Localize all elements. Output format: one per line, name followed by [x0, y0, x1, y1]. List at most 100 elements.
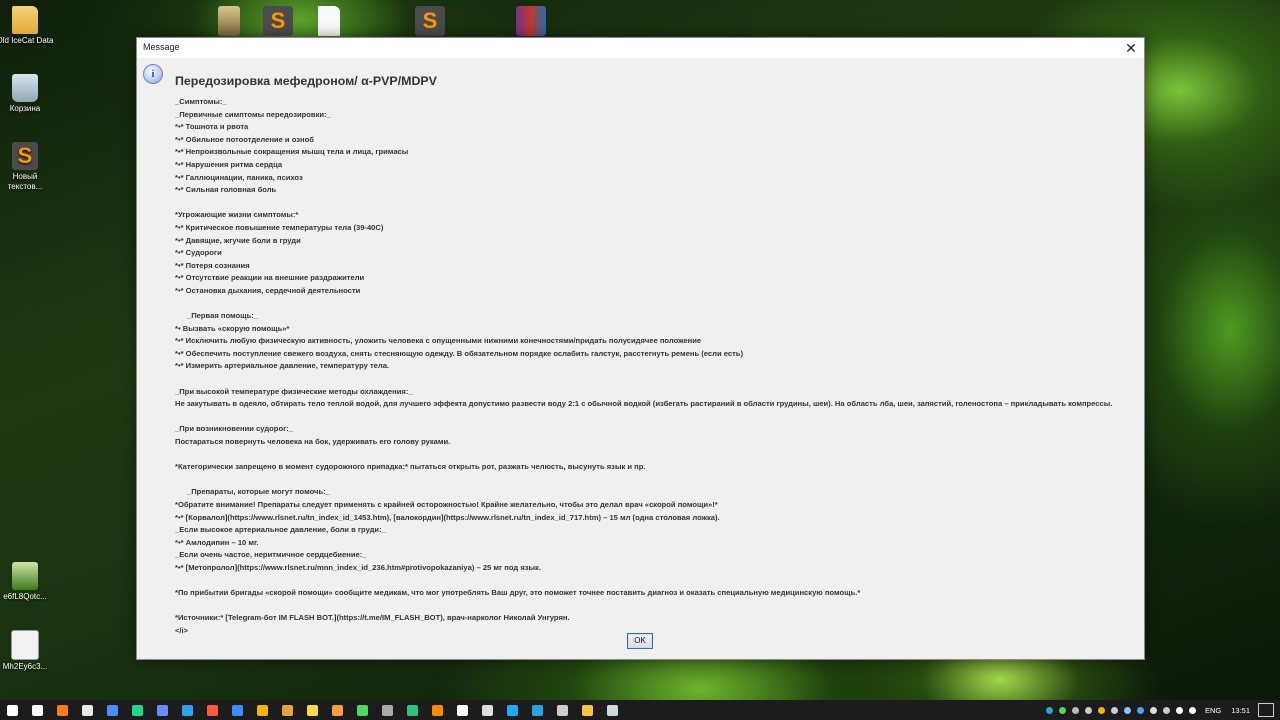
- message-line: *•* Обеспечить поступление свежего возду…: [175, 348, 743, 358]
- recycle-bin-icon: [12, 74, 38, 102]
- message-line: *По прибытии бригады «скорой помощи» соо…: [175, 588, 861, 598]
- brush-icon: [332, 704, 343, 716]
- tools-app[interactable]: [375, 700, 400, 720]
- download-app[interactable]: [350, 700, 375, 720]
- telegram-icon: [532, 704, 543, 716]
- message-line: </i>: [175, 625, 189, 635]
- message-dialog: Message ✕ i Передозировка мефедроном/ α-…: [136, 37, 1145, 660]
- info-icon: i: [143, 64, 163, 84]
- message-line: *•* Непроизвольные сокращения мышц тела …: [175, 147, 409, 157]
- sublime-text-icon[interactable]: S: [415, 6, 445, 36]
- telegram-app[interactable]: [525, 700, 550, 720]
- vscode-app[interactable]: [500, 700, 525, 720]
- brush-app[interactable]: [325, 700, 350, 720]
- vscode-icon: [507, 704, 518, 716]
- firefox-dev-icon: [207, 704, 218, 716]
- task-view-button[interactable]: [25, 700, 50, 720]
- desktop-icon-old-icecat-data[interactable]: Old IceCat Data: [0, 6, 55, 46]
- steam-tray-icon[interactable]: [1121, 700, 1134, 720]
- message-content: Передозировка мефедроном/ α-PVP/MDPV _Си…: [175, 72, 1140, 638]
- steam-app[interactable]: [400, 700, 425, 720]
- winrar-archive-icon[interactable]: [516, 6, 546, 36]
- media-app[interactable]: [550, 700, 575, 720]
- desktop-icon-image-file-2[interactable]: Mh2Ey6c3...: [0, 630, 55, 672]
- message-line: *•* Галлюцинации, паника, психоз: [175, 172, 303, 182]
- audio-icon: [432, 704, 443, 716]
- java-icon: [607, 704, 618, 716]
- message-line: *•* Давящие, жгучие боли в груди: [175, 235, 301, 245]
- language-indicator[interactable]: ENG: [1205, 706, 1221, 715]
- message-line: *•* [Метопролол](https://www.rlsnet.ru/m…: [175, 562, 541, 572]
- store-app[interactable]: [75, 700, 100, 720]
- desktop-icon-new-text-file[interactable]: S Новый текстов...: [0, 142, 55, 192]
- firefox-icon: [57, 704, 68, 716]
- message-line: *•* Амлодипин – 10 мг.: [175, 537, 259, 547]
- store-icon: [82, 704, 93, 716]
- message-line: *•* Исключить любую физическую активност…: [175, 336, 702, 346]
- archive-folder-icon[interactable]: [218, 6, 240, 36]
- desktop-icon-label: Mh2Ey6c3...: [2, 662, 48, 671]
- chrome-tray-icon[interactable]: [1095, 700, 1108, 720]
- telegram-tray-icon[interactable]: [1043, 700, 1056, 720]
- desktop-icon-image-file-1[interactable]: e6fL8Qotc...: [0, 562, 55, 602]
- gear-tray-icon[interactable]: [1108, 700, 1121, 720]
- audio-app[interactable]: [425, 700, 450, 720]
- pycharm-app[interactable]: [125, 700, 150, 720]
- start-button[interactable]: [0, 700, 25, 720]
- taskbar: ENG 13:51: [0, 700, 1280, 720]
- monitor-tray-icon[interactable]: [1069, 700, 1082, 720]
- torrent-app[interactable]: [275, 700, 300, 720]
- circle-tray-icon[interactable]: [1082, 700, 1095, 720]
- clock[interactable]: 13:51: [1231, 706, 1250, 715]
- message-line: *Угрожающие жизни симптомы:*: [175, 210, 299, 220]
- grid-app[interactable]: [450, 700, 475, 720]
- bluetooth-tray-icon[interactable]: [1134, 700, 1147, 720]
- message-line: _Если высокое артериальное давление, бол…: [175, 525, 386, 535]
- shield-tray-icon[interactable]: [1056, 700, 1069, 720]
- pen-app[interactable]: [300, 700, 325, 720]
- folder-icon: [12, 6, 38, 34]
- usb-tray-icon[interactable]: [1160, 700, 1173, 720]
- steam-icon: [407, 704, 418, 716]
- taskbar-apps: [0, 700, 625, 720]
- start-icon: [7, 704, 18, 716]
- message-line: *•* Отсутствие реакции на внешние раздра…: [175, 273, 365, 283]
- notes-icon: [157, 704, 168, 716]
- message-line: *•* Судороги: [175, 248, 222, 258]
- system-tray: ENG 13:51: [1043, 700, 1280, 720]
- chrome-app[interactable]: [250, 700, 275, 720]
- desktop-icon-recycle-bin[interactable]: Корзина: [0, 74, 55, 114]
- close-icon[interactable]: ✕: [1122, 39, 1140, 57]
- volume-tray-icon[interactable]: [1186, 700, 1199, 720]
- ok-button[interactable]: OK: [627, 633, 653, 649]
- game-app[interactable]: [475, 700, 500, 720]
- image-file-icon: [11, 630, 39, 660]
- message-line: *•* Потеря сознания: [175, 260, 250, 270]
- terminal-app[interactable]: [100, 700, 125, 720]
- wifi-tray-icon[interactable]: [1173, 700, 1186, 720]
- notes-app[interactable]: [150, 700, 175, 720]
- flag-tray-icon[interactable]: [1147, 700, 1160, 720]
- dialog-titlebar[interactable]: Message ✕: [137, 38, 1144, 58]
- notifications-icon[interactable]: [1258, 703, 1274, 717]
- firefox-dev-app[interactable]: [200, 700, 225, 720]
- java-app[interactable]: [600, 700, 625, 720]
- task-view-icon: [32, 704, 43, 716]
- document-file-icon[interactable]: [318, 6, 340, 36]
- globe-app[interactable]: [225, 700, 250, 720]
- message-line: _Первичные симптомы передозировки:_: [175, 109, 331, 119]
- edge-app[interactable]: [175, 700, 200, 720]
- desktop-icon-label: e6fL8Qotc...: [3, 592, 47, 601]
- message-line: *•* Тошнота и рвота: [175, 122, 249, 132]
- image-file-icon: [12, 562, 38, 590]
- firefox-app[interactable]: [50, 700, 75, 720]
- sublime-text-icon[interactable]: S: [263, 6, 293, 36]
- explorer-app[interactable]: [575, 700, 600, 720]
- pycharm-icon: [132, 704, 143, 716]
